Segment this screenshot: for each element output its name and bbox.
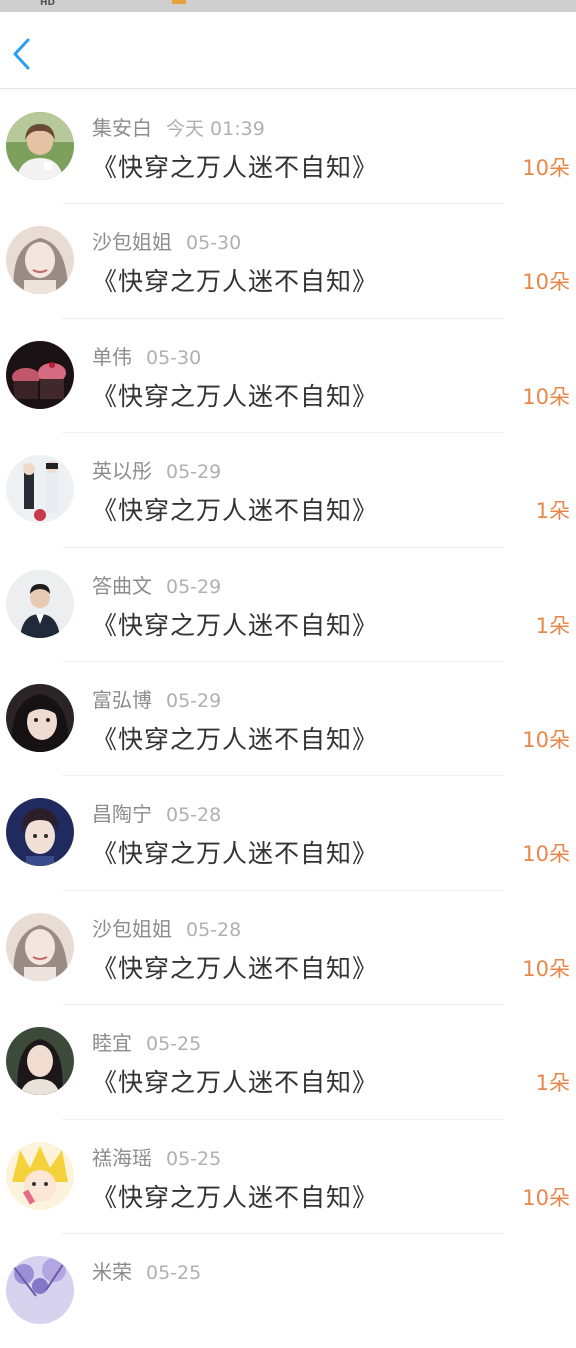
record-date: 05-30 [146,346,202,369]
username[interactable]: 禚海瑶 [92,1146,152,1170]
username[interactable]: 答曲文 [92,574,152,598]
record-date: 05-28 [166,804,222,827]
list-item[interactable]: 集安白 今天 01:39 《快穿之万人迷不自知》 10朵 [0,90,576,205]
avatar[interactable] [6,112,74,180]
avatar[interactable] [6,1255,74,1324]
list-item[interactable]: 单伟 05-30 《快穿之万人迷不自知》 10朵 [0,319,576,434]
back-button[interactable] [4,34,40,74]
username[interactable]: 睦宜 [92,1031,132,1055]
book-title[interactable]: 《快穿之万人迷不自知》 [92,491,378,527]
record-meta: 昌陶宁 05-28 [92,798,221,827]
record-date: 05-30 [186,232,242,255]
gift-count: 1朵 [535,499,570,524]
gift-count: 10朵 [522,156,570,180]
record-meta: 单伟 05-30 [92,341,201,370]
status-bar: HD [0,0,576,12]
avatar[interactable] [6,1141,74,1210]
record-meta: 答曲文 05-29 [92,570,221,599]
list-item[interactable]: 沙包姐姐 05-28 《快穿之万人迷不自知》 10朵 [0,891,576,1006]
record-meta: 富弘博 05-29 [92,684,221,713]
record-date: 05-28 [186,918,242,941]
book-title[interactable]: 《快穿之万人迷不自知》 [92,720,378,756]
record-date: 05-29 [166,575,222,598]
avatar[interactable] [6,798,74,867]
avatar[interactable] [6,683,74,752]
username[interactable]: 昌陶宁 [92,802,152,826]
list-item[interactable]: 昌陶宁 05-28 《快穿之万人迷不自知》 10朵 [0,776,576,891]
avatar[interactable] [6,912,74,981]
avatar[interactable] [6,340,74,409]
gift-record-list: 集安白 今天 01:39 《快穿之万人迷不自知》 10朵 沙包姐姐 05-30 《快… [0,90,576,1348]
list-item[interactable]: 米荣 05-25 [0,1234,576,1348]
book-title[interactable]: 《快穿之万人迷不自知》 [92,949,378,985]
record-meta: 集安白 今天 01:39 [92,112,265,141]
record-meta: 英以彤 05-29 [92,455,221,484]
username[interactable]: 集安白 [92,116,152,140]
gift-count: 10朵 [522,842,570,867]
record-date: 05-29 [166,689,222,712]
avatar[interactable] [6,455,74,524]
username[interactable]: 单伟 [92,345,132,369]
chevron-left-icon [13,38,30,70]
record-meta: 睦宜 05-25 [92,1027,201,1056]
record-meta: 米荣 05-25 [92,1256,201,1285]
top-navbar [0,12,576,89]
username[interactable]: 富弘博 [92,688,152,712]
record-date: 05-25 [146,1261,202,1284]
notification-icon [172,0,186,4]
username[interactable]: 沙包姐姐 [92,917,172,941]
hd-indicator: HD [40,0,56,8]
gift-count: 1朵 [535,1071,570,1096]
book-title[interactable]: 《快穿之万人迷不自知》 [92,262,378,298]
list-item[interactable]: 沙包姐姐 05-30 《快穿之万人迷不自知》 10朵 [0,204,576,319]
list-item[interactable]: 富弘博 05-29 《快穿之万人迷不自知》 10朵 [0,662,576,777]
gift-count: 1朵 [535,613,570,638]
record-date: 05-25 [146,1033,202,1056]
gift-count: 10朵 [522,956,570,981]
gift-count: 10朵 [522,270,570,295]
book-title[interactable]: 《快穿之万人迷不自知》 [92,1063,378,1099]
list-item[interactable]: 睦宜 05-25 《快穿之万人迷不自知》 1朵 [0,1005,576,1120]
book-title[interactable]: 《快穿之万人迷不自知》 [92,606,378,642]
record-meta: 禚海瑶 05-25 [92,1142,221,1171]
avatar[interactable] [6,1027,74,1096]
gift-count: 10朵 [522,1185,570,1210]
book-title[interactable]: 《快穿之万人迷不自知》 [92,377,378,413]
record-meta: 沙包姐姐 05-30 [92,226,241,255]
list-item[interactable]: 答曲文 05-29 《快穿之万人迷不自知》 1朵 [0,548,576,662]
book-title[interactable]: 《快穿之万人迷不自知》 [92,148,378,184]
avatar[interactable] [6,569,74,638]
username[interactable]: 沙包姐姐 [92,230,172,254]
record-date: 今天 01:39 [166,118,265,140]
book-title[interactable]: 《快穿之万人迷不自知》 [92,1178,378,1214]
username[interactable]: 英以彤 [92,459,152,483]
book-title[interactable]: 《快穿之万人迷不自知》 [92,834,378,870]
list-item[interactable]: 禚海瑶 05-25 《快穿之万人迷不自知》 10朵 [0,1120,576,1234]
avatar[interactable] [6,226,74,295]
record-meta: 沙包姐姐 05-28 [92,913,241,942]
gift-count: 10朵 [522,727,570,752]
record-date: 05-29 [166,461,222,484]
record-date: 05-25 [166,1147,222,1170]
username[interactable]: 米荣 [92,1260,132,1284]
list-item[interactable]: 英以彤 05-29 《快穿之万人迷不自知》 1朵 [0,433,576,548]
gift-count: 10朵 [522,384,570,409]
